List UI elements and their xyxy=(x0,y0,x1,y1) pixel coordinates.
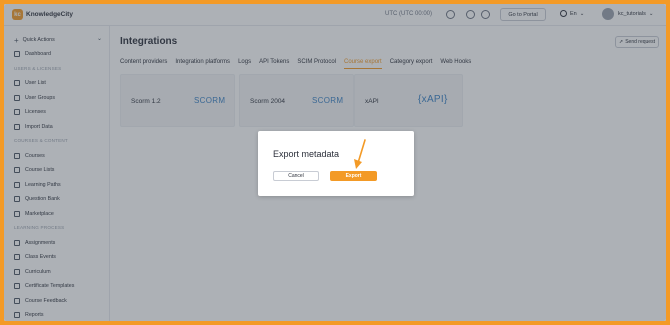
annotation-arrow-icon xyxy=(354,139,366,169)
export-button[interactable]: Export xyxy=(330,171,377,181)
dialog-title: Export metadata xyxy=(273,149,340,159)
export-metadata-dialog: Export metadata Cancel Export xyxy=(258,131,414,196)
cancel-button[interactable]: Cancel xyxy=(273,171,319,181)
app-window: kc KnowledgeCity UTC (UTC 00:00) Go to P… xyxy=(4,4,666,321)
